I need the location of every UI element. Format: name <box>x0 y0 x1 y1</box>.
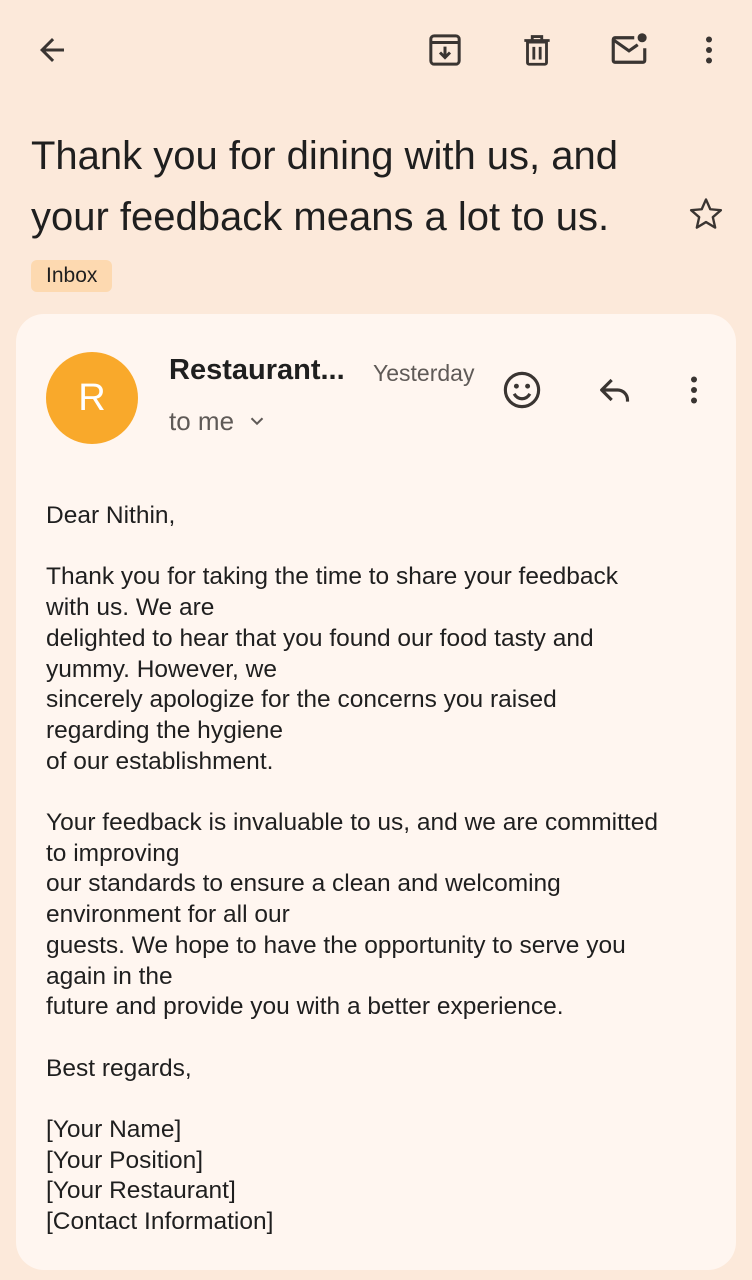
archive-button[interactable] <box>421 26 469 74</box>
add-reaction-button[interactable] <box>498 366 546 414</box>
body-line: yummy. However, we <box>46 655 277 683</box>
mark-unread-icon <box>611 33 647 64</box>
signature: [Your Name] [Your Position] [Your Restau… <box>46 1115 726 1238</box>
more-vert-icon <box>706 36 712 64</box>
recipient-details-toggle[interactable]: to me <box>169 404 268 438</box>
back-button[interactable] <box>28 26 76 74</box>
body-line: future and provide you with a better exp… <box>46 993 564 1021</box>
signature-line: [Contact Information] <box>46 1208 274 1236</box>
body-paragraph-1: Thank you for taking the time to share y… <box>46 562 726 777</box>
star-icon <box>689 198 723 229</box>
body-line: of our establishment. <box>46 747 274 775</box>
greeting: Dear Nithin, <box>46 502 176 529</box>
body-line: again in the <box>46 962 173 990</box>
body-line: regarding the hygiene <box>46 716 284 744</box>
signature-line: [Your Position] <box>46 1146 204 1174</box>
avatar[interactable]: R <box>46 352 138 444</box>
more-vert-icon <box>691 376 697 404</box>
reply-icon <box>600 378 630 402</box>
signature-line: [Your Name] <box>46 1116 182 1143</box>
email-subject: Thank you for dining with us, and your f… <box>31 134 619 239</box>
body-line: guests. We hope to have the opportunity … <box>46 931 626 959</box>
message-more-button[interactable] <box>670 366 718 414</box>
mark-unread-button[interactable] <box>605 26 653 74</box>
email-body: Dear Nithin, Thank you for taking the ti… <box>46 501 726 1269</box>
body-line: delighted to hear that you found our foo… <box>46 624 594 652</box>
recipient-label: to me <box>169 406 235 436</box>
body-line: Thank you for taking the time to share y… <box>46 563 618 591</box>
body-line: environment for all our <box>46 901 290 929</box>
emoji-icon <box>503 371 541 409</box>
reply-button[interactable] <box>591 366 639 414</box>
chevron-down-icon <box>250 417 264 426</box>
delete-button[interactable] <box>513 26 561 74</box>
archive-icon <box>429 34 461 66</box>
body-line: our standards to ensure a clean and welc… <box>46 870 561 898</box>
signature-line: [Your Restaurant] <box>46 1177 236 1205</box>
body-line: to improving <box>46 839 180 867</box>
body-paragraph-2: Your feedback is invaluable to us, and w… <box>46 808 726 1023</box>
delete-icon <box>524 35 550 66</box>
message-card: R Restaurant... Yesterday to me Dear Nit… <box>16 314 736 1270</box>
body-line: with us. We are <box>46 594 215 622</box>
top-app-bar <box>0 0 752 104</box>
body-line: Your feedback is invaluable to us, and w… <box>46 809 658 836</box>
more-options-button[interactable] <box>685 26 733 74</box>
back-arrow-icon <box>40 38 64 62</box>
sender-name[interactable]: Restaurant... <box>169 352 345 388</box>
body-line: sincerely apologize for the concerns you… <box>46 686 557 714</box>
closing: Best regards, <box>46 1054 192 1082</box>
star-button[interactable] <box>684 192 728 236</box>
message-date: Yesterday <box>373 360 475 386</box>
label-chip-inbox[interactable]: Inbox <box>31 260 113 292</box>
